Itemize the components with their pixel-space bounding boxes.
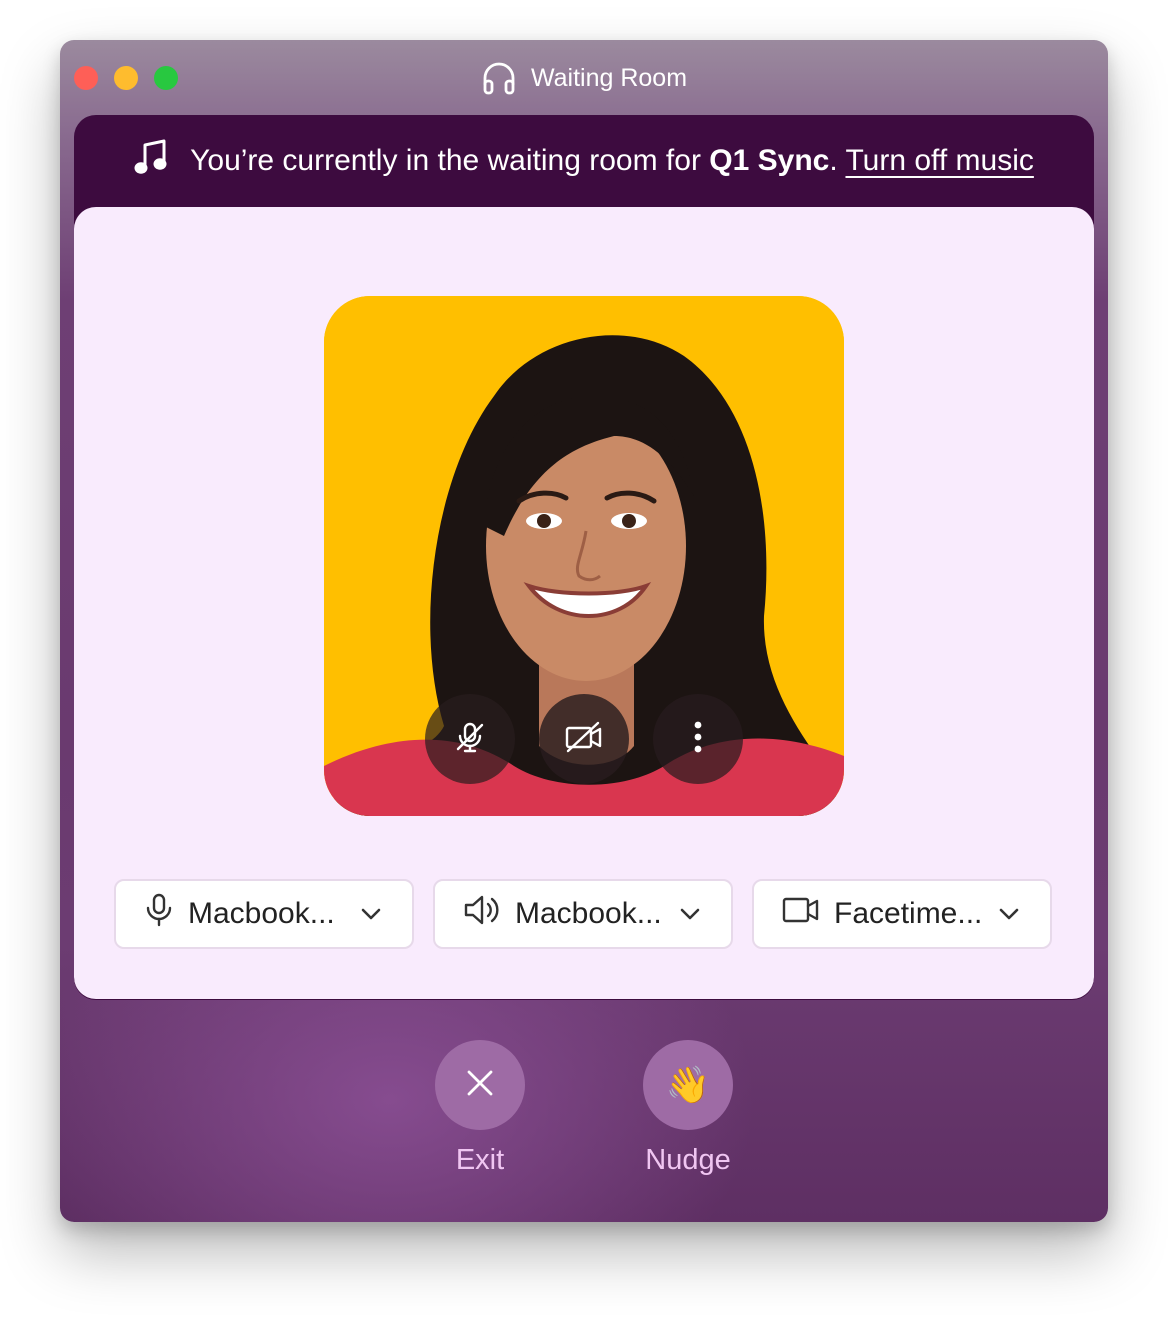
- waiting-message-prefix: You’re currently in the waiting room for: [190, 144, 710, 177]
- microphone-select[interactable]: Macbook...: [114, 879, 414, 949]
- nudge-button[interactable]: 👋: [643, 1040, 733, 1130]
- window-title-text: Waiting Room: [530, 63, 688, 92]
- close-icon: [466, 1064, 494, 1106]
- self-video-preview: [324, 296, 844, 816]
- chevron-down-icon: [998, 907, 1050, 921]
- meeting-name: Q1 Sync: [709, 144, 830, 177]
- waving-hand-icon: 👋: [665, 1064, 711, 1105]
- chevron-down-icon: [679, 907, 731, 921]
- exit-button[interactable]: [435, 1040, 525, 1130]
- waiting-message: You’re currently in the waiting room for…: [190, 144, 1034, 178]
- waiting-room-window: Waiting Room You’re currently in the wai…: [60, 40, 1108, 1222]
- waiting-message-suffix: .: [829, 144, 838, 177]
- chevron-down-icon: [360, 907, 412, 921]
- waiting-room-panel: You’re currently in the waiting room for…: [74, 115, 1094, 1000]
- exit-action[interactable]: Exit: [420, 1040, 540, 1177]
- microphone-icon: [144, 893, 174, 935]
- speaker-select[interactable]: Macbook...: [433, 879, 733, 949]
- music-note-icon: [134, 139, 168, 183]
- video-camera-icon: [782, 895, 820, 933]
- more-options-button[interactable]: [653, 694, 743, 784]
- more-vertical-icon: [693, 720, 703, 759]
- nudge-label: Nudge: [645, 1144, 731, 1176]
- window-title: Waiting Room: [60, 60, 1108, 96]
- mic-off-icon: [453, 720, 487, 759]
- nudge-action[interactable]: 👋 Nudge: [628, 1040, 748, 1177]
- preview-card: Macbook... Macbook... Facetime...: [74, 207, 1094, 999]
- speaker-icon: [463, 893, 501, 935]
- speaker-select-value: Macbook...: [515, 897, 662, 930]
- headphones-icon: [481, 60, 517, 96]
- waiting-banner: You’re currently in the waiting room for…: [74, 115, 1094, 207]
- toggle-mic-button[interactable]: [425, 694, 515, 784]
- microphone-select-value: Macbook...: [188, 897, 335, 930]
- toggle-camera-button[interactable]: [539, 694, 629, 784]
- camera-off-icon: [564, 720, 604, 759]
- camera-select[interactable]: Facetime...: [752, 879, 1052, 949]
- turn-off-music-link[interactable]: Turn off music: [845, 144, 1033, 177]
- camera-select-value: Facetime...: [834, 897, 983, 930]
- title-bar: Waiting Room: [60, 40, 1108, 115]
- exit-label: Exit: [455, 1144, 505, 1176]
